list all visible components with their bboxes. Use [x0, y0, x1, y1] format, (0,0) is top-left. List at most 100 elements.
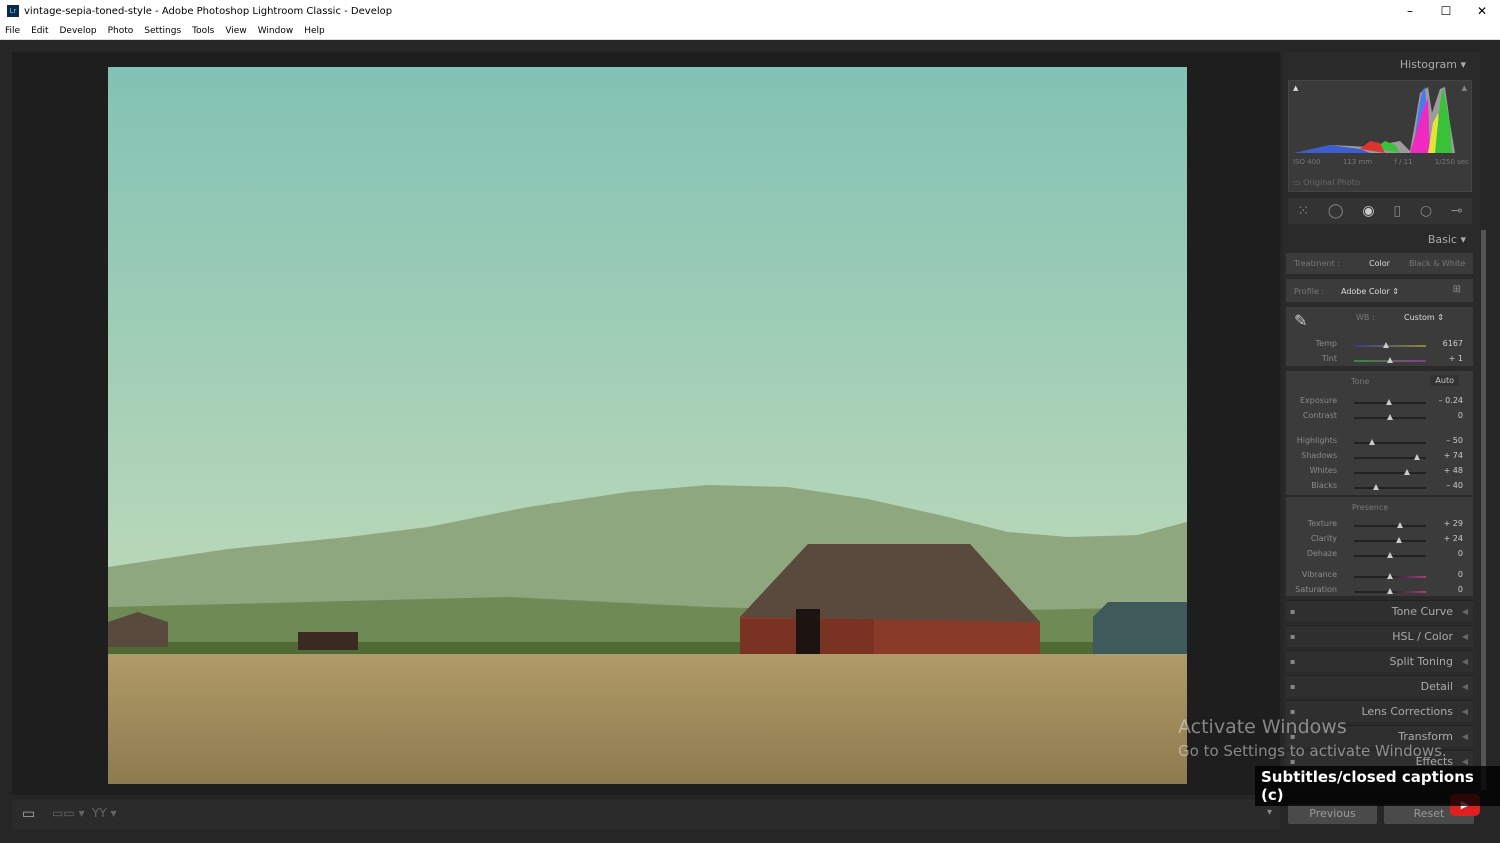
brush-icon[interactable]: ⊸: [1451, 203, 1463, 219]
menu-file[interactable]: File: [5, 26, 20, 36]
saturation-slider[interactable]: [1354, 588, 1426, 594]
clipping-highlight-icon[interactable]: ▲: [1462, 84, 1467, 92]
tint-slider[interactable]: [1354, 357, 1426, 363]
histogram-graph: [1295, 87, 1455, 153]
panel-toggle-icon[interactable]: ▪: [1290, 601, 1295, 623]
exposure-slider-thumb[interactable]: [1385, 399, 1392, 405]
contrast-slider-thumb[interactable]: [1387, 414, 1393, 420]
wb-dropdown[interactable]: Custom ⇕: [1404, 313, 1444, 322]
highlights-label: Highlights: [1296, 436, 1337, 445]
menu-edit[interactable]: Edit: [31, 26, 48, 36]
maximize-button[interactable]: ☐: [1428, 0, 1464, 22]
menu-settings[interactable]: Settings: [144, 26, 181, 36]
crop-icon[interactable]: ⁙: [1297, 203, 1309, 219]
treatment-label: Treatment :: [1294, 259, 1340, 268]
highlights-slider-thumb[interactable]: [1369, 439, 1375, 445]
previous-button[interactable]: Previous: [1288, 804, 1377, 824]
expand-arrow-icon: ◀: [1461, 632, 1468, 641]
texture-value[interactable]: + 29: [1444, 519, 1463, 528]
panel-scrollbar[interactable]: [1481, 230, 1486, 790]
whites-slider-thumb[interactable]: [1404, 469, 1411, 475]
clarity-label: Clarity: [1310, 534, 1337, 543]
blacks-slider-thumb[interactable]: [1372, 484, 1379, 490]
shadows-slider-thumb[interactable]: [1413, 454, 1420, 460]
vibrance-slider[interactable]: [1354, 573, 1426, 579]
before-after-icon[interactable]: YY ▾: [92, 806, 117, 820]
clipping-shadow-icon[interactable]: ▲: [1293, 84, 1298, 92]
menu-tools[interactable]: Tools: [192, 26, 214, 36]
menu-develop[interactable]: Develop: [60, 26, 97, 36]
compare-view-icon[interactable]: ▭▭ ▾: [52, 806, 85, 820]
shadows-value[interactable]: + 74: [1444, 451, 1463, 460]
dehaze-slider[interactable]: [1354, 552, 1426, 558]
close-button[interactable]: ✕: [1464, 0, 1500, 22]
temp-slider[interactable]: [1354, 342, 1426, 348]
menu-view[interactable]: View: [225, 26, 246, 36]
panel-detail[interactable]: ▪ Detail ◀: [1286, 675, 1473, 697]
vibrance-slider-thumb[interactable]: [1387, 573, 1393, 579]
basic-title: Basic: [1427, 233, 1457, 246]
graduated-filter-icon[interactable]: ▯: [1393, 203, 1401, 219]
spot-removal-icon[interactable]: ◯: [1328, 203, 1344, 219]
radial-filter-icon[interactable]: ○: [1420, 203, 1432, 219]
menu-photo[interactable]: Photo: [108, 26, 134, 36]
dehaze-value[interactable]: 0: [1458, 549, 1463, 558]
contrast-value[interactable]: 0: [1458, 411, 1463, 420]
tint-label: Tint: [1321, 354, 1337, 363]
panel-toggle-icon[interactable]: ▪: [1290, 676, 1295, 698]
highlights-slider[interactable]: [1354, 439, 1426, 445]
basic-header[interactable]: Basic ▾: [1428, 233, 1466, 246]
tint-value[interactable]: + 1: [1449, 354, 1463, 363]
photo-preview[interactable]: [108, 67, 1187, 784]
saturation-slider-thumb[interactable]: [1387, 588, 1393, 594]
auto-button[interactable]: Auto: [1430, 375, 1459, 386]
presence-section: Presence Texture + 29 Clarity + 24 Dehaze 0 Vi…: [1286, 496, 1473, 596]
profile-dropdown[interactable]: Adobe Color ⇕: [1341, 287, 1399, 296]
menu-help[interactable]: Help: [304, 26, 325, 36]
panel-toggle-icon[interactable]: ▪: [1290, 626, 1295, 648]
panel-hsl-color[interactable]: ▪ HSL / Color ◀: [1286, 625, 1473, 647]
activate-title: Activate Windows: [1178, 716, 1347, 738]
highlights-value[interactable]: – 50: [1446, 436, 1463, 445]
shadows-slider[interactable]: [1354, 454, 1426, 460]
histogram-header[interactable]: Histogram ▾: [1400, 58, 1466, 71]
clarity-slider-thumb[interactable]: [1395, 537, 1402, 543]
clarity-slider[interactable]: [1354, 537, 1426, 543]
red-eye-icon[interactable]: ◉: [1362, 203, 1374, 219]
texture-slider[interactable]: [1354, 522, 1426, 528]
minimize-button[interactable]: –: [1392, 0, 1428, 22]
menu-window[interactable]: Window: [258, 26, 294, 36]
activation-watermark: Activate Windows Go to Settings to activ…: [1178, 715, 1447, 763]
blacks-value[interactable]: – 40: [1446, 481, 1463, 490]
eyedropper-icon[interactable]: ✎: [1294, 311, 1307, 330]
original-photo-toggle[interactable]: ▭ Original Photo: [1293, 178, 1360, 187]
tint-slider-thumb[interactable]: [1387, 357, 1393, 363]
blacks-slider[interactable]: [1354, 484, 1426, 490]
temp-value[interactable]: 6167: [1443, 339, 1463, 348]
whites-value[interactable]: + 48: [1444, 466, 1463, 475]
clarity-value[interactable]: + 24: [1444, 534, 1463, 543]
dehaze-slider-thumb[interactable]: [1387, 552, 1393, 558]
treatment-row: Treatment : Color Black & White: [1286, 252, 1473, 274]
temp-slider-thumb[interactable]: [1383, 342, 1390, 348]
treatment-bw-button[interactable]: Black & White: [1409, 259, 1465, 268]
exposure-value[interactable]: – 0.24: [1439, 396, 1463, 405]
vibrance-value[interactable]: 0: [1458, 570, 1463, 579]
slider-row-tint: Tint + 1: [1286, 354, 1473, 368]
treatment-color-button[interactable]: Color: [1369, 259, 1390, 268]
profile-browser-icon[interactable]: ⊞: [1453, 284, 1461, 295]
whites-label: Whites: [1309, 466, 1337, 475]
texture-slider-thumb[interactable]: [1397, 522, 1404, 528]
saturation-value[interactable]: 0: [1458, 585, 1463, 594]
loupe-view-icon[interactable]: ▭: [22, 806, 35, 822]
panel-title: Tone Curve: [1391, 605, 1453, 618]
white-balance-section: ✎ WB : Custom ⇕ Temp 6167 Tint + 1: [1286, 306, 1473, 366]
toolbar-dropdown-icon[interactable]: ▾: [1267, 807, 1272, 818]
exposure-slider[interactable]: [1354, 399, 1426, 405]
panel-split-toning[interactable]: ▪ Split Toning ◀: [1286, 650, 1473, 672]
whites-slider[interactable]: [1354, 469, 1426, 475]
slider-row-highlights: Highlights – 50: [1286, 436, 1473, 450]
contrast-slider[interactable]: [1354, 414, 1426, 420]
panel-toggle-icon[interactable]: ▪: [1290, 651, 1295, 673]
panel-tone-curve[interactable]: ▪ Tone Curve ◀: [1286, 600, 1473, 622]
